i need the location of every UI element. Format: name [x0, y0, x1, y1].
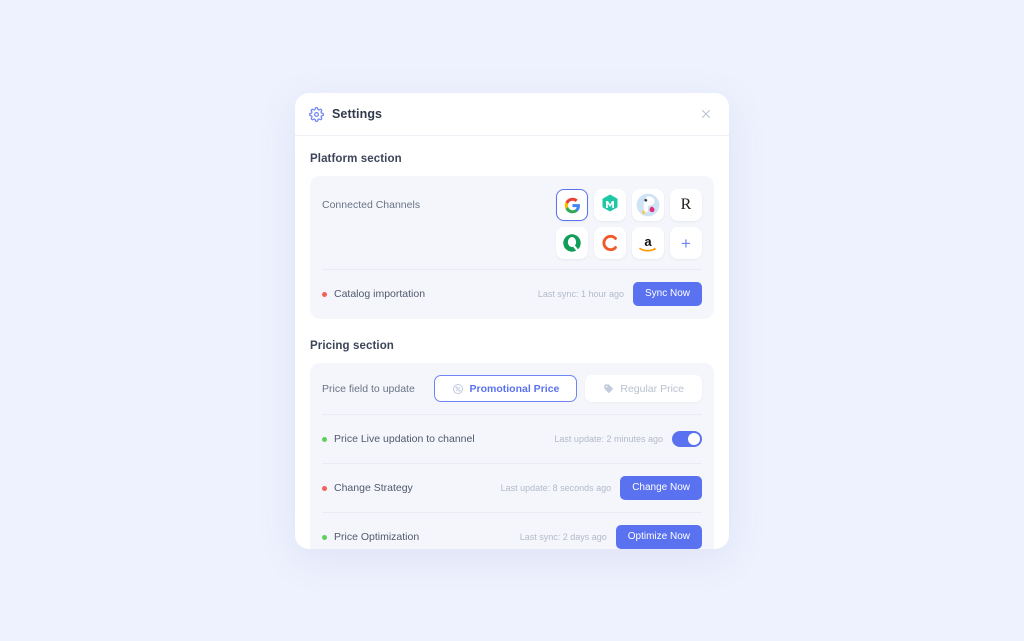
plus-icon: + — [681, 233, 691, 253]
price-live-updation-row: Price Live updation to channel Last upda… — [322, 414, 702, 463]
svg-text:a: a — [644, 234, 652, 249]
modal-body: Platform section Connected Channels R a … — [295, 136, 729, 549]
price-field-label: Price field to update — [322, 382, 415, 395]
pricing-panel: Price field to update Promotional Price … — [310, 363, 714, 549]
channel-grid: R a + — [556, 189, 702, 259]
close-icon[interactable] — [697, 105, 715, 123]
connected-channels-label: Connected Channels — [322, 199, 421, 211]
cdiscount-icon — [600, 233, 620, 253]
channel-tile-prestashop[interactable] — [632, 189, 664, 221]
change-strategy-label: Change Strategy — [334, 482, 413, 494]
optimize-now-button[interactable]: Optimize Now — [615, 525, 702, 549]
pricing-section: Pricing section Price field to update Pr… — [310, 340, 714, 549]
price-live-updation-label: Price Live updation to channel — [334, 433, 475, 445]
catalog-importation-label: Catalog importation — [334, 288, 426, 300]
status-dot-price-live — [322, 436, 327, 442]
pricing-section-title: Pricing section — [310, 340, 394, 352]
mirakl-icon — [598, 193, 622, 217]
page-title: Settings — [332, 107, 383, 121]
tab-regular-price[interactable]: Regular Price — [585, 375, 702, 402]
tab-regular-price-label: Regular Price — [620, 382, 684, 395]
catalog-importation-row: Catalog importation Last sync: 1 hour ag… — [322, 269, 702, 319]
channel-tile-mirakl[interactable] — [594, 189, 626, 221]
change-now-button[interactable]: Change Now — [620, 476, 702, 500]
change-strategy-meta: Last update: 8 seconds ago — [500, 483, 612, 493]
price-field-segmented-control: Promotional Price Regular Price — [433, 375, 702, 402]
connected-channels-row: Connected Channels R a + — [322, 176, 702, 269]
channel-tile-rakuten[interactable]: R — [670, 189, 702, 221]
amazon-icon: a — [636, 232, 660, 254]
status-dot-catalog — [322, 291, 327, 297]
price-tag-icon — [603, 383, 614, 394]
channel-tile-qoo10[interactable] — [556, 227, 588, 259]
price-optimization-label: Price Optimization — [334, 531, 420, 543]
status-dot-price-optimization — [322, 534, 327, 540]
price-optimization-meta: Last sync: 2 days ago — [519, 532, 607, 542]
settings-modal: Settings Platform section Connected Chan… — [295, 93, 729, 549]
channel-tile-add[interactable]: + — [670, 227, 702, 259]
google-icon — [564, 197, 581, 214]
tab-promotional-price-label: Promotional Price — [469, 382, 560, 395]
price-field-row: Price field to update Promotional Price … — [322, 363, 702, 414]
toggle-knob — [688, 433, 700, 445]
channel-tile-google[interactable] — [556, 189, 588, 221]
qoo10-icon — [561, 232, 583, 254]
catalog-importation-meta: Last sync: 1 hour ago — [537, 289, 624, 299]
price-live-updation-meta: Last update: 2 minutes ago — [554, 434, 663, 444]
price-optimization-row: Price Optimization Last sync: 2 days ago… — [322, 512, 702, 549]
gear-icon — [309, 106, 324, 122]
channel-tile-cdiscount[interactable] — [594, 227, 626, 259]
tab-promotional-price[interactable]: Promotional Price — [433, 375, 578, 402]
price-live-updation-toggle[interactable] — [672, 431, 702, 447]
change-strategy-row: Change Strategy Last update: 8 seconds a… — [322, 463, 702, 512]
discount-badge-icon — [452, 383, 464, 395]
channel-tile-amazon[interactable]: a — [632, 227, 664, 259]
platform-section-title: Platform section — [310, 153, 402, 165]
app-background: Settings Platform section Connected Chan… — [0, 0, 1024, 641]
modal-header: Settings — [295, 93, 729, 136]
prestashop-icon — [635, 192, 661, 218]
sync-now-button[interactable]: Sync Now — [632, 282, 702, 306]
status-dot-change-strategy — [322, 485, 327, 491]
rakuten-icon: R — [680, 196, 692, 213]
platform-panel: Connected Channels R a + Catalog importa… — [310, 176, 714, 319]
